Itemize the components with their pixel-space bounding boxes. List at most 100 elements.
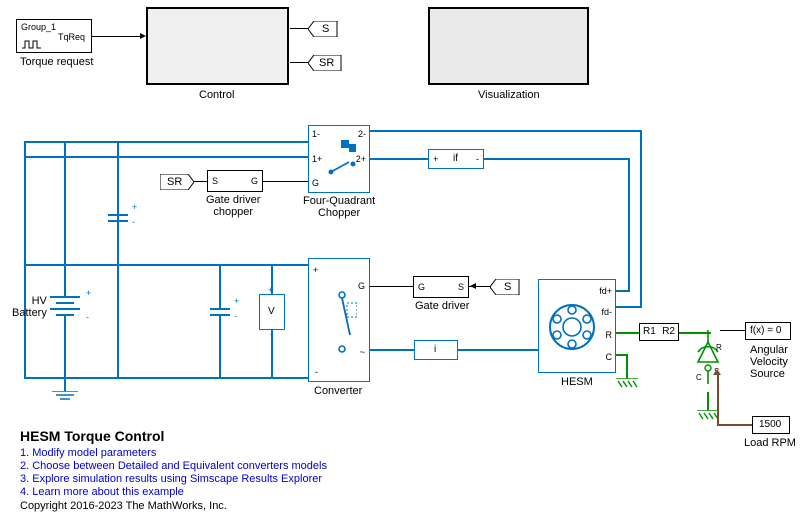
load-rpm-block[interactable]: 1500	[752, 416, 790, 434]
hesm-fdp-w	[616, 290, 630, 292]
arrow-tqreq	[140, 33, 146, 39]
vs-v: V	[268, 306, 275, 317]
arrow-rpm	[713, 369, 721, 375]
hesm-c: C	[606, 352, 613, 362]
group-label: Group_1	[21, 22, 56, 32]
wire-conv-g	[370, 286, 413, 287]
conv-plus: +	[313, 265, 318, 275]
svg-text:R: R	[716, 343, 722, 352]
wire-fx0	[720, 330, 745, 331]
gdc-s: S	[212, 176, 218, 186]
control-block[interactable]	[146, 7, 289, 85]
rail-left	[24, 141, 26, 377]
r1-text: R1	[643, 326, 656, 337]
wire-if-down	[628, 158, 630, 292]
wire-goto-sr	[290, 62, 308, 63]
fqc-1p: 1+	[312, 154, 322, 164]
fx0-text: f(x) = 0	[750, 325, 781, 336]
bat-long1	[50, 296, 80, 298]
cap1-up	[117, 141, 119, 196]
control-label: Control	[199, 89, 234, 101]
avs-label: AngularVelocitySource	[750, 344, 788, 380]
wire-goto-s	[290, 28, 308, 29]
wire-rpm-up	[717, 372, 719, 426]
fqc-g: G	[312, 178, 319, 188]
bat-short1	[56, 302, 74, 304]
visualization-block[interactable]	[428, 7, 589, 85]
hesm-r: R	[606, 330, 613, 340]
r1r2-block[interactable]: R1 R2	[639, 323, 679, 341]
tqreq-label: TqReq	[58, 32, 85, 42]
four-quadrant-chopper-label: Four-QuadrantChopper	[303, 195, 375, 219]
cap1-bottom	[117, 222, 119, 377]
hesm-block[interactable]: fd+ fd- R C	[538, 279, 616, 373]
gd-g: G	[418, 282, 425, 292]
from-s-tag[interactable]: S	[490, 279, 520, 295]
chopper-icon	[325, 138, 359, 182]
fqc-1m: 1-	[312, 129, 320, 139]
from-sr-tag[interactable]: SR	[160, 174, 194, 190]
mech-ground-icon	[616, 378, 638, 390]
goto-sr-text: SR	[319, 57, 334, 69]
goto-s-text: S	[322, 23, 329, 35]
hv-battery-label: HVBattery	[12, 295, 47, 319]
bat-up	[64, 141, 66, 296]
from-sr-text: SR	[167, 176, 182, 188]
step2[interactable]: 2. Choose between Detailed and Equivalen…	[20, 460, 327, 472]
mech-ground-icon-2	[697, 410, 719, 422]
ground-icon	[52, 391, 78, 403]
from-s-text: S	[504, 281, 511, 293]
model-canvas[interactable]: Group_1 TqReq Torque request Control S S…	[0, 0, 806, 518]
goto-sr-tag[interactable]: SR	[308, 55, 342, 71]
copyright: Copyright 2016-2023 The MathWorks, Inc.	[20, 500, 227, 512]
conv-minus: -	[315, 367, 318, 377]
voltage-sensor[interactable]: + V -	[259, 294, 285, 330]
torque-request-label: Torque request	[20, 56, 93, 68]
load-rpm-label: Load RPM	[744, 437, 796, 449]
fx0-block[interactable]: f(x) = 0	[745, 322, 791, 340]
gate-driver-chopper-label: Gate driverchopper	[206, 194, 260, 218]
gd-s: S	[458, 282, 464, 292]
i-text: i	[434, 344, 436, 355]
bat-minus: -	[86, 312, 89, 322]
current-i-block[interactable]: i	[414, 340, 458, 360]
cap1-minus: -	[132, 217, 135, 227]
wire-i-hesm	[458, 349, 538, 351]
four-quadrant-chopper-block[interactable]: 1- 1+ G 2- 2+	[308, 125, 370, 193]
goto-s-tag[interactable]: S	[308, 21, 338, 37]
rail-mid-top	[24, 264, 310, 266]
wire-2m-down	[640, 130, 642, 306]
gate-driver-chopper-block[interactable]: S G	[207, 170, 263, 192]
cap2-up	[219, 264, 221, 308]
cap2-plate1	[210, 308, 230, 310]
hesm-fdm-w	[616, 306, 642, 308]
converter-label: Converter	[314, 385, 362, 397]
hesm-label: HESM	[561, 376, 593, 388]
hesm-fdp: fd+	[599, 286, 612, 296]
vs-up	[271, 264, 273, 294]
rail-top	[24, 141, 309, 143]
bat-down	[64, 316, 66, 377]
converter-block[interactable]: + - G ~	[308, 258, 370, 382]
step1[interactable]: 1. Modify model parameters	[20, 447, 156, 459]
wire-tqreq	[92, 36, 140, 37]
gdc-g: G	[251, 176, 258, 186]
step4[interactable]: 4. Learn more about this example	[20, 486, 184, 498]
gate-driver-block[interactable]: G S	[413, 276, 469, 298]
cap2-minus: -	[234, 311, 237, 321]
model-title: HESM Torque Control	[20, 428, 164, 444]
step3[interactable]: 3. Explore simulation results using Sims…	[20, 473, 322, 485]
wire-if-fdp	[484, 158, 630, 160]
load-rpm-val: 1500	[759, 419, 781, 430]
visualization-label: Visualization	[478, 89, 540, 101]
torque-request-block[interactable]: Group_1 TqReq	[16, 19, 92, 53]
svg-text:C: C	[696, 373, 702, 382]
conv-ac: ~	[360, 347, 365, 357]
bat-long2	[50, 308, 80, 310]
conv-g: G	[358, 281, 365, 291]
fqc-2m: 2-	[358, 129, 366, 139]
switch-icon	[327, 287, 357, 357]
arrow-gd	[470, 283, 476, 289]
current-if-block[interactable]: + if -	[428, 149, 484, 169]
vs-down	[271, 330, 273, 377]
